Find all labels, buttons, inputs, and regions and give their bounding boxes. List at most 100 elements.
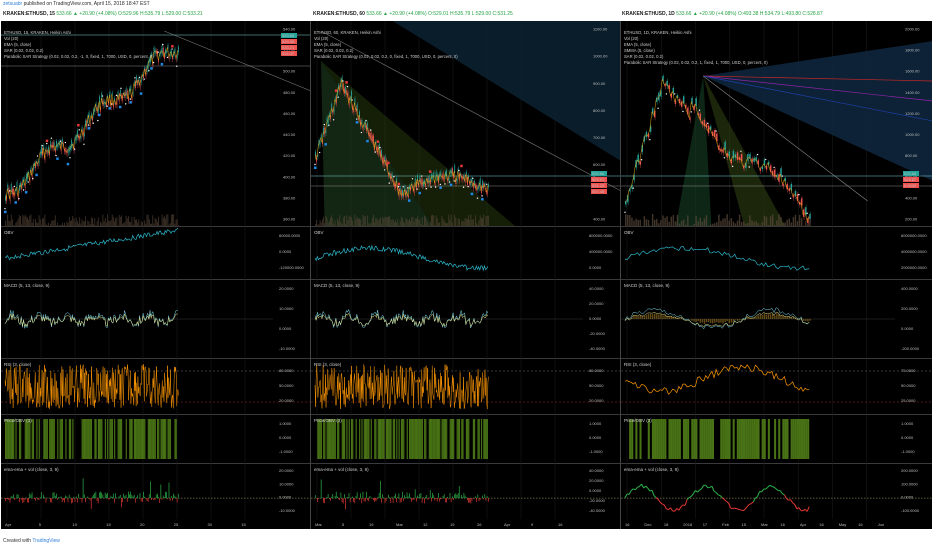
volume-bar [389, 215, 391, 226]
ema-vol-bar [359, 498, 360, 500]
strategy-marker [345, 81, 348, 84]
macd-histogram-bar [765, 314, 768, 319]
ema-tick: 0.0000 [589, 488, 602, 493]
ema-vol-bar [403, 498, 404, 501]
volume-bar [730, 217, 733, 226]
ema-vol-bar [482, 495, 483, 499]
candle-body [344, 88, 345, 94]
volume-bar [18, 215, 20, 226]
ema-vol-bar [344, 494, 345, 499]
ema-vol-bar [50, 498, 51, 503]
ema-vol-bar [320, 479, 322, 499]
ema-vol-bar [174, 495, 176, 499]
macd-tick: -20.0000 [589, 331, 606, 336]
volume-bar [103, 221, 105, 226]
ema-label: ema-ema + vol (close, 3, 9) [4, 467, 59, 472]
strategy-marker [171, 45, 174, 48]
pobv-bar [483, 419, 485, 459]
rsi-line [624, 364, 810, 395]
pobv-bar [409, 419, 411, 459]
volume-bar [28, 219, 30, 226]
pobv-bar [344, 419, 346, 459]
volume-bar [625, 214, 627, 226]
macd-histogram-bar [656, 314, 658, 319]
volume-bar [165, 218, 166, 226]
ema-vol-bar [107, 492, 108, 499]
macd-label: MACD (5, 13, close, 9) [4, 283, 50, 288]
volume-bar [726, 214, 728, 226]
pobv-bar [133, 419, 135, 459]
volume-bar [85, 216, 86, 226]
sar-dot [64, 141, 67, 144]
ema-vol-bar [108, 498, 109, 500]
ema-vol-line [647, 487, 651, 492]
sar-dot [323, 123, 325, 126]
rsi-label: RSI (3, close) [314, 362, 342, 367]
pobv-bar [747, 419, 750, 459]
sar-dot [723, 157, 726, 159]
ema-line [4, 47, 179, 200]
legend-item[interactable]: Parabolic SAR Strategy (0.02, 0.02, 0.2,… [4, 54, 154, 60]
created-with: Created with TradingView [3, 538, 60, 544]
candle-body [71, 139, 72, 148]
ema-vol-bar [326, 496, 328, 499]
ema-vol-bar [397, 496, 399, 499]
ema-vol-bar [473, 498, 475, 499]
chart-panel-1d[interactable]: 2000.00 1800.00 1600.00 1400.00 1200.00 1000.… [621, 21, 932, 529]
ema-vol-bar [477, 494, 479, 499]
ema-vol-bar [134, 498, 136, 503]
volume-bar [415, 218, 417, 226]
ema-vol-bar [71, 498, 72, 504]
chart-panel-60m[interactable]: 1100.001000.00900.00800.00700.00600.0050… [311, 21, 621, 529]
author-link[interactable]: zetsuabr [3, 1, 22, 7]
volume-bar [378, 219, 380, 226]
legend-item[interactable]: Parabolic SAR Strategy (0.02, 0.02, 0.2,… [624, 60, 768, 66]
ema-vol-bar [125, 494, 127, 499]
candle-body [76, 130, 78, 138]
legend-item[interactable]: Parabolic SAR Strategy (0.02, 0.02, 0.2,… [314, 54, 458, 60]
ema-vol-line [742, 508, 746, 512]
volume-bar [162, 217, 164, 226]
volume-bar [7, 214, 9, 226]
macd-tick: 40.0000 [589, 286, 604, 291]
ema-tick: -40.0000 [589, 508, 606, 513]
ema-vol-bar [136, 497, 137, 499]
ema-tick: -10.0000 [279, 508, 296, 513]
strategy-marker [355, 121, 359, 124]
volume-bar [29, 215, 31, 226]
time-tick: Feb [722, 522, 730, 527]
pobv-bar [800, 419, 804, 459]
obv-label: OBV [4, 230, 14, 235]
pobv-bar [462, 419, 464, 459]
sar-dot [472, 177, 474, 180]
macd-histogram-bar [759, 314, 762, 319]
ema-vol-bar [147, 498, 149, 502]
sar-dot [41, 144, 43, 147]
chart-panel-15m[interactable]: 540.00 520.00 500.00 480.00 460.00 440.00 420.… [1, 21, 311, 529]
ema-vol-bar [64, 498, 65, 503]
volume-bar [153, 223, 155, 226]
obv-label: OBV [624, 230, 634, 235]
sar-dot [60, 140, 62, 142]
brand-link[interactable]: TradingView [32, 538, 60, 544]
pobv-bar [390, 419, 392, 459]
strategy-marker [56, 157, 59, 160]
strategy-marker [397, 182, 401, 186]
rsi-tick: 20.0000 [279, 398, 294, 403]
pobv-bar [99, 419, 101, 459]
macd-histogram-bar [641, 316, 644, 319]
ema-vol-bar [378, 492, 380, 499]
pobv-bar [682, 419, 686, 459]
pobv-bar [685, 419, 688, 459]
pobv-bar [674, 419, 677, 459]
pobv-bar [363, 419, 365, 459]
macd-histogram-bar [767, 314, 770, 319]
pobv-bar [457, 419, 459, 459]
strategy-marker [118, 105, 122, 109]
pobv-bar [138, 419, 140, 459]
ema-vol-bar [448, 498, 450, 500]
ema-vol-bar [165, 491, 166, 499]
ema-tick: 10.0000 [279, 481, 294, 486]
ema-vol-bar [468, 498, 469, 503]
ema-vol-bar [438, 493, 439, 499]
